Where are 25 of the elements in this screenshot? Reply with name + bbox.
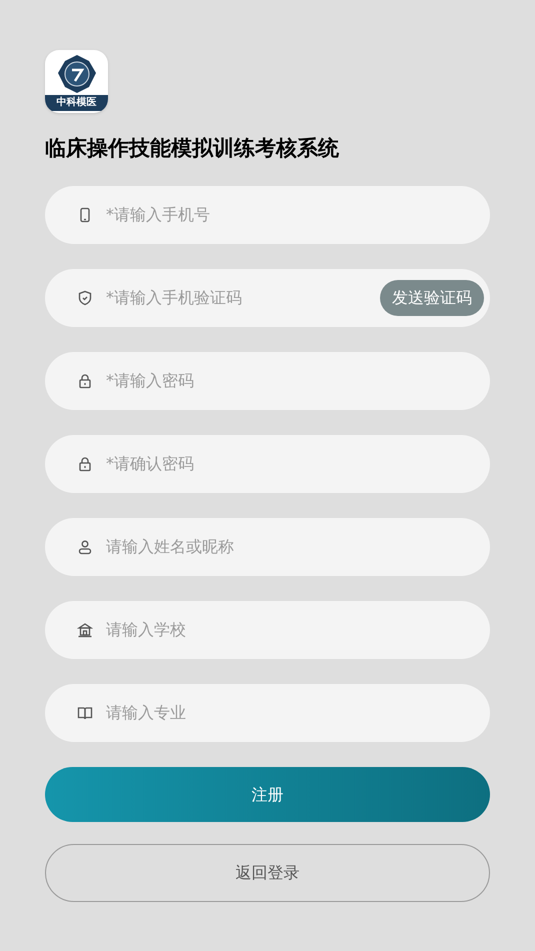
input-field[interactable]: 请输入专业 [45,684,490,742]
text-input[interactable]: *请输入手机验证码 [106,286,380,310]
input-field[interactable]: *请确认密码 [45,435,490,493]
text-input[interactable]: *请确认密码 [106,452,484,476]
lock-icon [77,456,93,472]
text-input[interactable]: 请输入姓名或昵称 [106,535,484,559]
input-field[interactable]: *请输入手机验证码 发送验证码 [45,269,490,327]
logo-caption: 中科模医 [45,95,108,111]
text-input[interactable]: *请输入密码 [106,369,484,393]
input-field[interactable]: 请输入姓名或昵称 [45,518,490,576]
building-icon [77,622,93,638]
page-title: 临床操作技能模拟训练考核系统 [45,135,340,162]
send-code-button[interactable]: 发送验证码 [380,280,484,316]
user-icon [77,539,93,555]
text-input[interactable]: *请输入手机号 [106,203,484,227]
lock-icon [77,373,93,389]
text-input[interactable]: 请输入学校 [106,618,484,642]
input-field[interactable]: 请输入学校 [45,601,490,659]
register-button[interactable]: 注册 [45,767,490,822]
input-field[interactable]: *请输入密码 [45,352,490,410]
book-icon [77,705,93,721]
text-input[interactable]: 请输入专业 [106,701,484,725]
shield-icon [77,290,93,306]
back-to-login-button[interactable]: 返回登录 [45,844,490,902]
input-field[interactable]: *请输入手机号 [45,186,490,244]
